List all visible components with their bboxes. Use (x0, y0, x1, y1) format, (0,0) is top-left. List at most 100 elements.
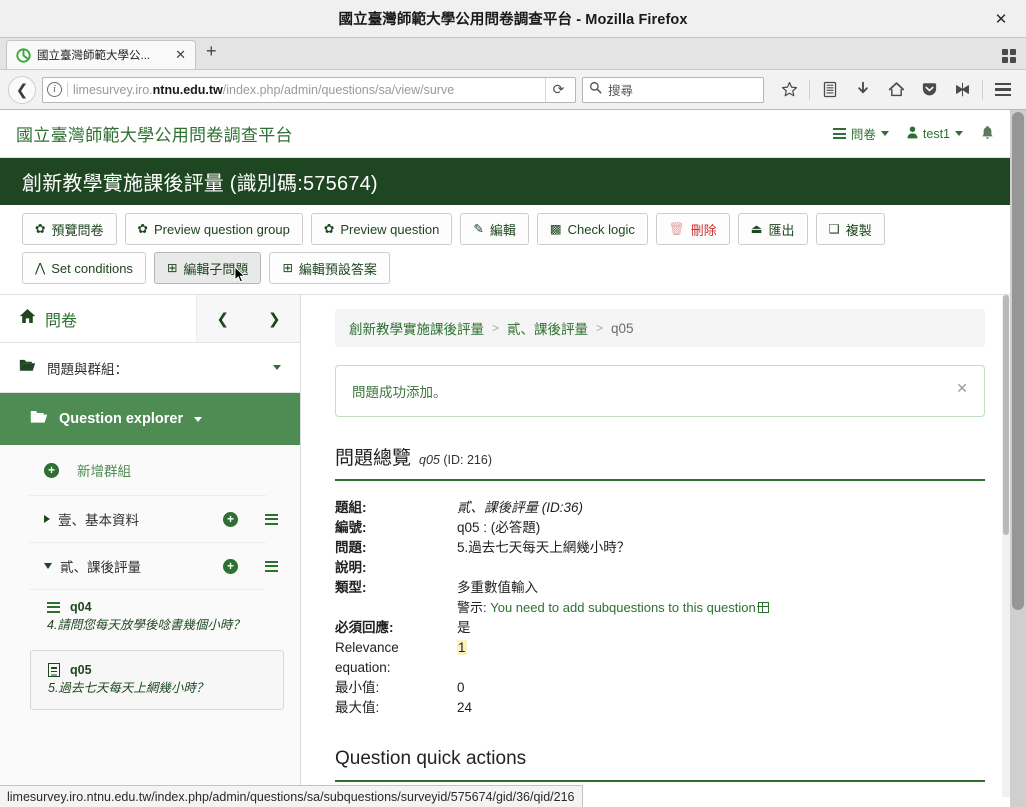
list-all-tabs-icon[interactable] (1002, 49, 1016, 63)
attribute-value: 1 (457, 638, 467, 658)
toolbar-button--[interactable]: 🗑 刪除 (655, 213, 730, 245)
attribute-value: 0 (457, 680, 465, 695)
breadcrumb-item-2[interactable]: 貳、課後評量 (507, 318, 588, 338)
home-icon[interactable] (881, 76, 911, 104)
sidebar-question-q05[interactable]: q05 5.過去七天每天上網幾小時？ (30, 650, 284, 711)
toolbar-button--[interactable]: ✎ 編輯 (460, 213, 529, 245)
bell-icon (981, 125, 994, 143)
breadcrumb-item-1[interactable]: 創新教學實施課後評量 (349, 318, 484, 338)
sidebar-group-label: 貳、課後評量 (60, 560, 141, 575)
web-page: 國立臺灣師範大學公用問卷調查平台 問卷 test1 創新教學實施課後評量 (識別… (0, 110, 1010, 807)
question-code: q05 (419, 453, 440, 467)
reload-icon[interactable]: ⟳ (545, 77, 571, 102)
toolbar-button-label: 編輯 (489, 222, 516, 238)
page-info-icon[interactable]: i (47, 82, 62, 97)
toolbar-button-preview-question[interactable]: ✿ Preview question (310, 213, 453, 245)
toolbar-row-1: ✿ 預覽問卷 ✿ Preview question group ✿ Preview que… (22, 213, 1010, 245)
toolbar-button--[interactable]: ❏ 複製 (815, 213, 885, 245)
page-scrollbar-thumb[interactable] (1012, 112, 1024, 610)
pocket-icon[interactable] (914, 76, 944, 104)
tab-close-icon[interactable]: ✕ (173, 47, 188, 63)
attribute-label: 必須回應: (335, 620, 394, 635)
menu-hamburger-icon[interactable] (988, 76, 1018, 104)
sidebar-question-text: 4.請問您每天放學後唸書幾個小時？ (47, 618, 245, 632)
sync-icon[interactable] (947, 76, 977, 104)
sidebar-question-head: q04 (47, 600, 278, 614)
bookmark-star-icon[interactable] (774, 76, 804, 104)
attribute-label: 題組: (335, 500, 367, 515)
chevron-right-icon-group[interactable] (44, 515, 50, 523)
search-input-placeholder[interactable]: 搜尋 (608, 80, 633, 99)
chevron-down-icon-group[interactable] (44, 563, 52, 569)
page-scrollbar[interactable] (1010, 110, 1026, 807)
sidebar-add-group[interactable]: + 新增群組 (0, 445, 300, 495)
favicon-icon (16, 47, 31, 63)
add-question-icon[interactable]: + (223, 558, 238, 574)
sidebar-group-2[interactable]: 貳、課後評量 + (0, 543, 300, 589)
window-close-button[interactable]: ✕ (990, 10, 1012, 28)
sidebar-questions-groups[interactable]: 問題與群組： (0, 343, 300, 393)
back-button[interactable]: ❮ (8, 75, 36, 104)
grid-icon-warning[interactable] (757, 601, 770, 614)
url-domain: ntnu.edu.tw (152, 82, 223, 97)
breadcrumb-separator: > (596, 321, 604, 335)
url-prefix: limesurvey.iro. (73, 82, 153, 97)
new-tab-button[interactable]: + (196, 42, 227, 62)
toolbar-button--[interactable]: ⊞ 編輯預設答案 (269, 252, 390, 284)
attribute-value: 貳、課後評量 (ID:36) (457, 500, 584, 515)
download-icon[interactable] (848, 76, 878, 104)
browser-title-bar: 國立臺灣師範大學公用問卷調查平台 - Mozilla Firefox ✕ (0, 0, 1026, 38)
add-question-icon[interactable]: + (223, 511, 238, 527)
grid-icon: ⊞ (166, 260, 178, 275)
alert-close-icon[interactable]: ✕ (956, 381, 968, 395)
sidebar-home-label: 問卷 (45, 312, 78, 330)
sidebar-question-explorer[interactable]: Question explorer (0, 393, 300, 445)
sidebar-home-item[interactable]: 問卷 (0, 295, 196, 342)
toolbar-button--[interactable]: ✿ 預覽問卷 (22, 213, 117, 245)
logic-icon: ▩ (549, 221, 562, 236)
sidebar-next-button[interactable]: ❯ (268, 310, 281, 328)
nav-notifications[interactable] (981, 125, 994, 143)
toolbar-button-set-conditions[interactable]: ⋀ Set conditions (22, 252, 146, 284)
main-scrollbar[interactable] (1002, 295, 1010, 797)
main-scrollbar-thumb[interactable] (1003, 295, 1009, 535)
browser-tab[interactable]: 國立臺灣師範大學公... ✕ (6, 40, 196, 69)
attribute-row: 說明: (335, 558, 985, 578)
toolbar-button-label: 編輯子問題 (183, 261, 249, 277)
toolbar-button--[interactable]: ⏏ 匯出 (737, 213, 808, 245)
sidebar-prev-button[interactable]: ❮ (216, 310, 229, 328)
sidebar-question-text: 5.過去七天每天上網幾小時？ (48, 681, 209, 696)
attribute-label: 問題: (335, 540, 367, 555)
toolbar-button-preview-question-group[interactable]: ✿ Preview question group (124, 213, 303, 245)
question-overview-title: 問題總覽 (335, 448, 412, 469)
success-alert: 問題成功添加。 ✕ (335, 365, 985, 417)
toolbar-button--[interactable]: ⊞ 編輯子問題 (153, 252, 262, 284)
conditions-icon: ⋀ (35, 260, 46, 275)
attribute-value: 是 (457, 620, 471, 635)
group-list-icon[interactable] (265, 513, 278, 525)
chevron-down-icon-groups[interactable] (273, 365, 281, 370)
survey-title-bar: 創新教學實施課後評量 (識別碼:575674) (0, 158, 1010, 205)
toolbar-button-label: 刪除 (690, 222, 717, 238)
attribute-label: 說明: (335, 560, 367, 575)
url-bar[interactable]: i limesurvey.iro.ntnu.edu.tw/index.php/a… (42, 76, 576, 103)
app-brand[interactable]: 國立臺灣師範大學公用問卷調查平台 (16, 121, 293, 146)
sidebar-question-head: q05 (48, 663, 273, 678)
warning-link[interactable]: You need to add subquestions to this que… (490, 600, 756, 615)
nav-user-label: test1 (922, 126, 950, 141)
nav-user-menu[interactable]: test1 (907, 125, 963, 142)
folder-open-icon (30, 409, 48, 429)
sidebar-question-q04[interactable]: q04 4.請問您每天放學後唸書幾個小時？ (0, 590, 300, 644)
group-list-icon[interactable] (265, 560, 278, 572)
attribute-value: q05 : (必答題) (457, 520, 541, 535)
library-icon[interactable] (815, 76, 845, 104)
warning-prefix: 警示: (457, 600, 491, 615)
sidebar-group-1[interactable]: 壹、基本資料 + (0, 496, 300, 542)
pencil-icon: ✎ (473, 221, 484, 236)
trash-icon: 🗑 (668, 221, 685, 236)
search-bar[interactable]: 搜尋 (582, 76, 764, 103)
surveys-list-icon (832, 128, 846, 139)
nav-surveys-menu[interactable]: 問卷 (832, 124, 889, 143)
toolbar-button-check-logic[interactable]: ▩ Check logic (536, 213, 648, 245)
subquestion-warning: 警示: You need to add subquestions to this… (457, 598, 770, 618)
